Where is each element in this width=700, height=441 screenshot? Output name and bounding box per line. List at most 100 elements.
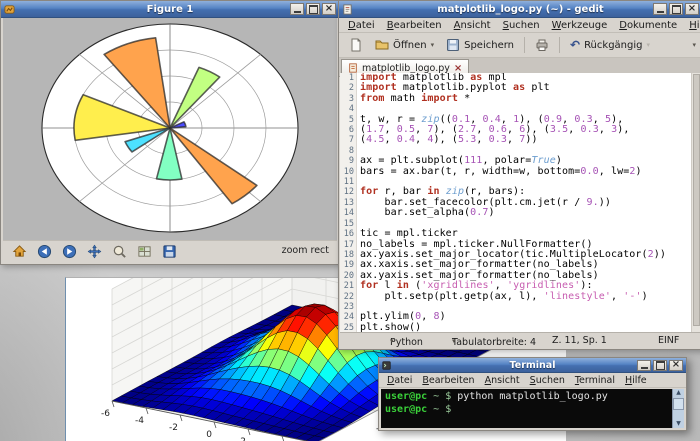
maximize-icon[interactable] bbox=[653, 359, 667, 371]
toolbar-separator bbox=[524, 37, 525, 53]
gedit-scrollbar[interactable] bbox=[691, 73, 700, 333]
line-number: 5 bbox=[348, 114, 354, 125]
insert-mode-indicator: EINF bbox=[658, 335, 680, 346]
line-number: 9 bbox=[348, 156, 354, 167]
maximize-icon[interactable] bbox=[669, 3, 683, 15]
open-folder-icon bbox=[375, 40, 389, 50]
open-button-label: Öffnen bbox=[393, 39, 427, 51]
gedit-menu-datei[interactable]: Datei bbox=[343, 19, 380, 32]
minimize-icon[interactable] bbox=[290, 3, 304, 15]
home-icon[interactable] bbox=[8, 241, 30, 261]
minimize-icon[interactable] bbox=[637, 359, 651, 371]
print-button[interactable] bbox=[531, 36, 553, 54]
open-button[interactable]: Öffnen ▾ bbox=[371, 36, 438, 54]
chevron-down-icon: ▾ bbox=[646, 41, 650, 49]
terminal-line: user@pc ~ $ python matplotlib_logo.py bbox=[385, 391, 608, 402]
close-icon[interactable] bbox=[669, 359, 683, 371]
gedit-statusbar: Python ▾ Tabulatorbreite: 4 ▾ Z. 11, Sp.… bbox=[340, 332, 700, 348]
pan-icon[interactable] bbox=[83, 241, 105, 261]
surface-x-tick-label: -2 bbox=[169, 423, 178, 433]
code-area[interactable]: import matplotlib as mpl import matplotli… bbox=[357, 73, 691, 333]
code-line[interactable]: bars = ax.bar(t, r, width=w, bottom=0.0,… bbox=[360, 166, 691, 177]
terminal-menu-bearbeiten[interactable]: Bearbeiten bbox=[418, 375, 478, 386]
gedit-menu-suchen[interactable]: Suchen bbox=[498, 19, 545, 32]
new-document-icon bbox=[351, 38, 361, 52]
desktop: -6-4-2024 0.2 -4 Figure 1 bbox=[0, 0, 700, 441]
terminal-text: user@pc ~ $ python matplotlib_logo.py use… bbox=[381, 389, 672, 428]
line-number: 14 bbox=[343, 208, 354, 219]
gedit-menu-bearbeiten[interactable]: Bearbeiten bbox=[382, 19, 447, 32]
line-number: 16 bbox=[343, 229, 354, 240]
gedit-menu-hilfe[interactable]: Hilfe bbox=[684, 19, 700, 32]
line-number: 19 bbox=[343, 260, 354, 271]
polar-plot-canvas[interactable] bbox=[3, 18, 337, 240]
cursor-position: Z. 11, Sp. 1 bbox=[552, 335, 607, 346]
save-button[interactable]: Speichern bbox=[442, 36, 518, 54]
code-line[interactable]: (4.5, 0.4, 4), (5.3, 0.3, 7)) bbox=[360, 135, 691, 146]
terminal-screen[interactable]: user@pc ~ $ python matplotlib_logo.py use… bbox=[381, 389, 684, 428]
gedit-title: matplotlib_logo.py (~) - gedit bbox=[437, 3, 604, 15]
maximize-icon[interactable] bbox=[306, 3, 320, 15]
gedit-menu-ansicht[interactable]: Ansicht bbox=[449, 19, 496, 32]
forward-icon[interactable] bbox=[58, 241, 80, 261]
terminal-scrollbar[interactable]: ▲ ▼ bbox=[672, 389, 684, 428]
scroll-down-icon[interactable]: ▼ bbox=[676, 420, 681, 428]
code-line[interactable]: plt.setp(plt.getp(ax, l), 'linestyle', '… bbox=[360, 291, 691, 302]
line-number: 3 bbox=[348, 93, 354, 104]
gedit-toolbar: Öffnen ▾ Speichern ↶ Rückgängig ▾ ▾ bbox=[339, 33, 700, 58]
close-icon[interactable] bbox=[685, 3, 699, 15]
minimize-icon[interactable] bbox=[653, 3, 667, 15]
save-floppy-icon bbox=[447, 39, 460, 51]
zoom-icon[interactable] bbox=[108, 241, 130, 261]
code-line[interactable]: bar.set_alpha(0.7) bbox=[360, 207, 691, 218]
chevron-down-icon[interactable]: ▾ bbox=[431, 41, 435, 49]
save-icon[interactable] bbox=[158, 241, 180, 261]
close-icon[interactable] bbox=[322, 3, 336, 15]
code-line[interactable]: tic = mpl.ticker bbox=[360, 228, 691, 239]
scroll-up-icon[interactable]: ▲ bbox=[676, 389, 681, 397]
tab-close-icon[interactable]: × bbox=[454, 63, 462, 74]
save-button-label: Speichern bbox=[464, 39, 514, 51]
line-number: 24 bbox=[343, 312, 354, 323]
terminal-titlebar[interactable]: Terminal bbox=[379, 358, 686, 373]
line-number: 12 bbox=[343, 187, 354, 198]
tab-label: matplotlib_logo.py bbox=[362, 62, 450, 74]
undo-button[interactable]: ↶ Rückgängig ▾ bbox=[566, 38, 654, 53]
matplotlib-window-icon bbox=[4, 4, 15, 14]
scrollbar-thumb[interactable] bbox=[673, 398, 684, 410]
undo-button-label: Rückgängig bbox=[584, 39, 643, 51]
back-icon[interactable] bbox=[33, 241, 55, 261]
printer-icon bbox=[536, 39, 548, 51]
gedit-menu-werkzeuge[interactable]: Werkzeuge bbox=[547, 19, 613, 32]
line-number: 6 bbox=[348, 125, 354, 136]
toolbar-separator bbox=[559, 37, 560, 53]
toolbar-overflow-icon[interactable]: ▾ bbox=[692, 41, 696, 49]
scrollbar-thumb[interactable] bbox=[693, 74, 700, 326]
gedit-titlebar[interactable]: matplotlib_logo.py (~) - gedit bbox=[339, 1, 700, 18]
figure1-titlebar[interactable]: Figure 1 bbox=[1, 1, 339, 18]
terminal-menu-terminal[interactable]: Terminal bbox=[571, 375, 619, 386]
line-number: 11 bbox=[343, 177, 354, 188]
new-document-button[interactable] bbox=[345, 36, 367, 54]
line-number: 13 bbox=[343, 197, 354, 208]
line-number: 21 bbox=[343, 281, 354, 292]
terminal-menu-hilfe[interactable]: Hilfe bbox=[621, 375, 651, 386]
toolbar-mode-label: zoom rect bbox=[281, 245, 329, 256]
gedit-menu-dokumente[interactable]: Dokumente bbox=[614, 19, 682, 32]
matplotlib-toolbar: zoom rect bbox=[3, 240, 337, 261]
undo-icon: ↶ bbox=[570, 38, 581, 52]
line-number: 10 bbox=[343, 166, 354, 177]
terminal-menubar: Datei Bearbeiten Ansicht Suchen Terminal Hilf… bbox=[379, 373, 686, 388]
code-line[interactable]: from math import * bbox=[360, 93, 691, 104]
terminal-menu-datei[interactable]: Datei bbox=[383, 375, 416, 386]
figure1-title: Figure 1 bbox=[146, 3, 194, 15]
line-number: 8 bbox=[348, 145, 354, 156]
terminal-menu-ansicht[interactable]: Ansicht bbox=[481, 375, 524, 386]
terminal-line: user@pc ~ $ bbox=[385, 403, 458, 415]
gedit-editor[interactable]: 1 2 3 4 5 6 7 8 9 10 11 12 13 14 15 16 17 18 19 20 21 22 23 24 2… bbox=[340, 73, 700, 333]
subplots-icon[interactable] bbox=[133, 241, 155, 261]
line-number-gutter: 1 2 3 4 5 6 7 8 9 10 11 12 13 14 15 16 17 18 19 20 21 22 23 24 2… bbox=[340, 73, 357, 333]
line-number: 22 bbox=[343, 291, 354, 302]
terminal-menu-suchen[interactable]: Suchen bbox=[526, 375, 569, 386]
line-number: 23 bbox=[343, 301, 354, 312]
